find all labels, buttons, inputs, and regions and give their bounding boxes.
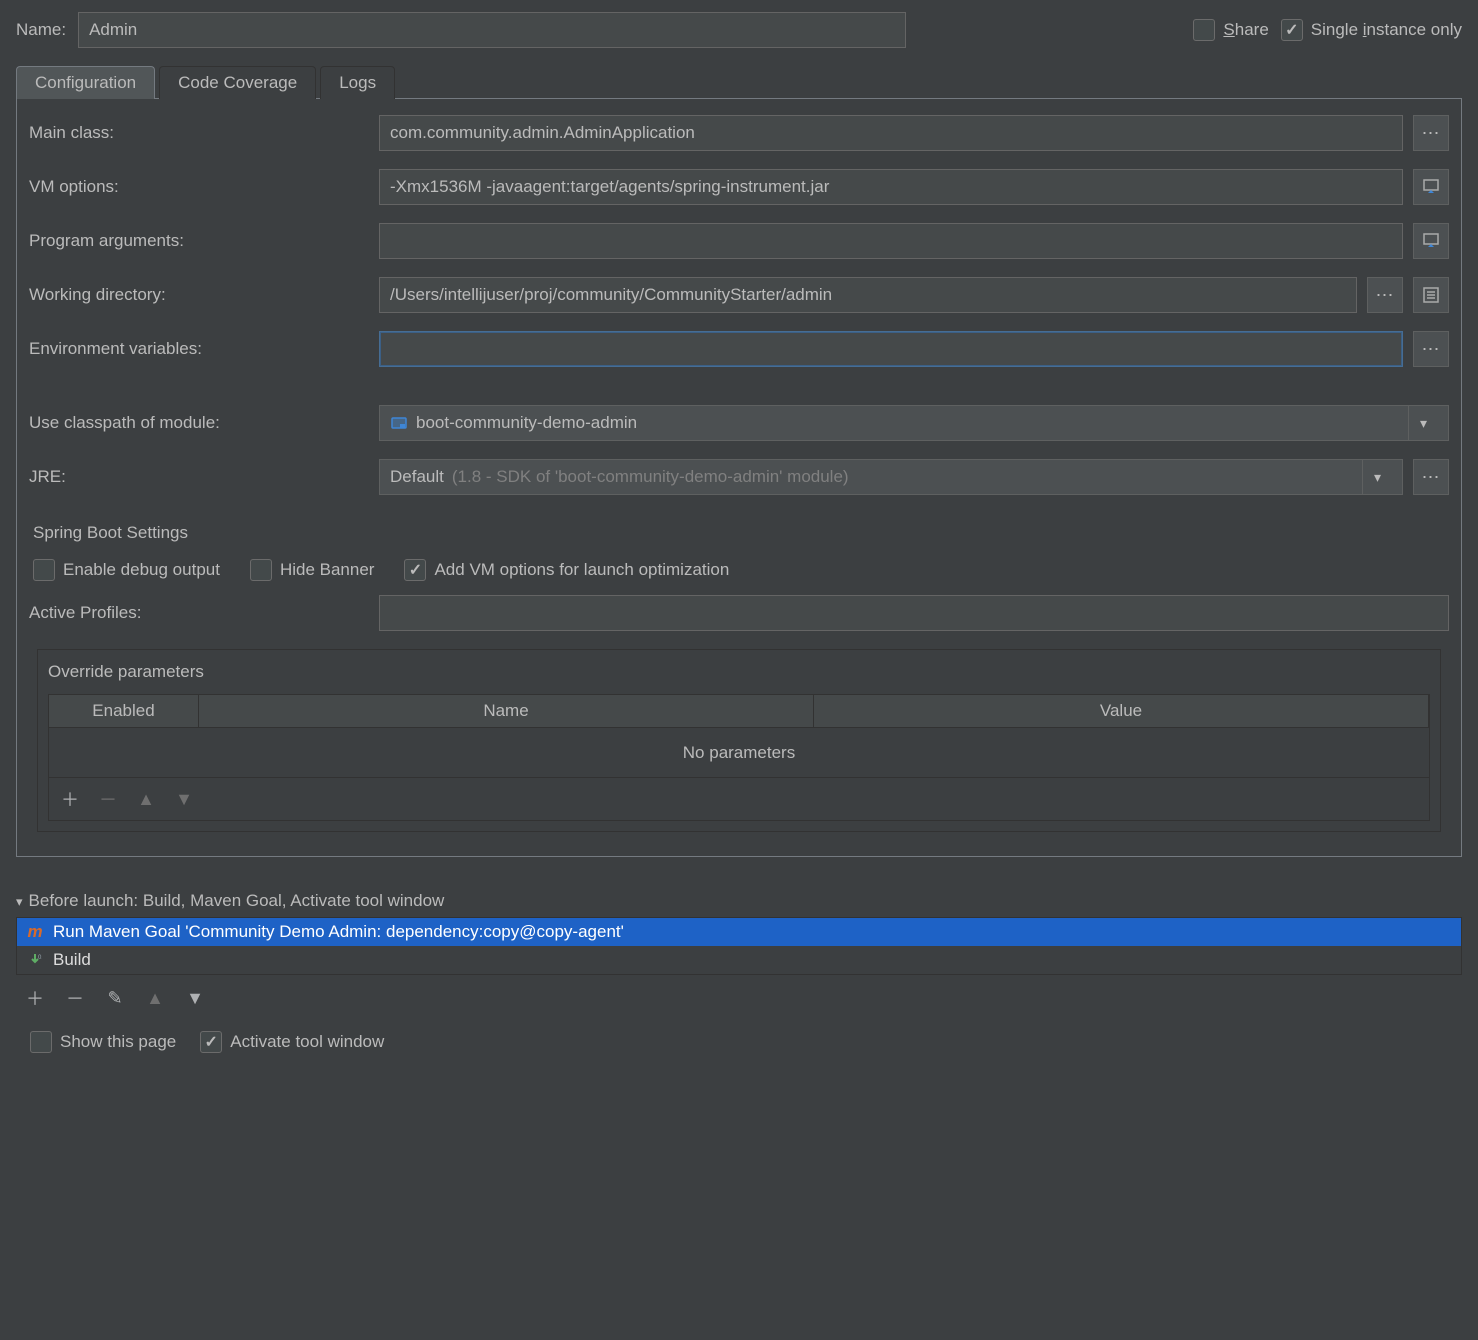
- override-table-body: No parameters: [48, 728, 1430, 778]
- browse-jre-button[interactable]: [1413, 459, 1449, 495]
- browse-working-dir-button[interactable]: [1367, 277, 1403, 313]
- before-launch-section: Before launch: Build, Maven Goal, Activa…: [16, 891, 1462, 1053]
- expand-program-args-button[interactable]: [1413, 223, 1449, 259]
- browse-main-class-button[interactable]: [1413, 115, 1449, 151]
- working-dir-label: Working directory:: [29, 285, 369, 305]
- before-launch-toolbar: ＋ － ✎ ▲ ▼: [16, 975, 1462, 1025]
- classpath-module-select[interactable]: boot-community-demo-admin: [379, 405, 1449, 441]
- jre-hint: (1.8 - SDK of 'boot-community-demo-admin…: [452, 467, 849, 487]
- jre-value: Default: [390, 467, 444, 487]
- program-args-label: Program arguments:: [29, 231, 369, 251]
- before-launch-title: Before launch: Build, Maven Goal, Activa…: [29, 891, 445, 911]
- configuration-panel: Main class: VM options: Program argument…: [16, 98, 1462, 857]
- checkbox-icon: [250, 559, 272, 581]
- hide-banner-label: Hide Banner: [280, 560, 375, 580]
- move-task-up-button: ▲: [144, 988, 166, 1009]
- single-instance-label: Single instance only: [1311, 20, 1462, 40]
- vm-options-label: VM options:: [29, 177, 369, 197]
- remove-param-button: －: [97, 786, 119, 812]
- enable-debug-label: Enable debug output: [63, 560, 220, 580]
- tab-logs[interactable]: Logs: [320, 66, 395, 99]
- activate-tool-window-checkbox[interactable]: Activate tool window: [200, 1031, 384, 1053]
- add-vm-label: Add VM options for launch optimization: [434, 560, 729, 580]
- classpath-module-value: boot-community-demo-admin: [416, 413, 637, 433]
- before-launch-header[interactable]: Before launch: Build, Maven Goal, Activa…: [16, 891, 1462, 917]
- single-instance-checkbox[interactable]: Single instance only: [1281, 19, 1462, 41]
- remove-task-button[interactable]: －: [64, 985, 86, 1011]
- classpath-label: Use classpath of module:: [29, 413, 369, 433]
- before-launch-item-maven[interactable]: m Run Maven Goal 'Community Demo Admin: …: [17, 918, 1461, 946]
- main-class-input[interactable]: [379, 115, 1403, 151]
- tab-code-coverage[interactable]: Code Coverage: [159, 66, 316, 99]
- collapse-icon: [16, 891, 23, 911]
- activate-tool-label: Activate tool window: [230, 1032, 384, 1052]
- checkbox-icon: [1193, 19, 1215, 41]
- working-dir-input[interactable]: [379, 277, 1357, 313]
- add-task-button[interactable]: ＋: [24, 985, 46, 1011]
- expand-vm-options-button[interactable]: [1413, 169, 1449, 205]
- checkbox-icon: [33, 559, 55, 581]
- share-label: Share: [1223, 20, 1268, 40]
- move-down-button: ▼: [173, 789, 195, 810]
- build-icon: 01: [25, 953, 45, 967]
- vm-options-input[interactable]: [379, 169, 1403, 205]
- add-param-button[interactable]: ＋: [59, 786, 81, 812]
- chevron-down-icon: [1362, 460, 1392, 494]
- browse-env-vars-button[interactable]: [1413, 331, 1449, 367]
- program-args-input[interactable]: [379, 223, 1403, 259]
- show-page-label: Show this page: [60, 1032, 176, 1052]
- checkbox-icon: [404, 559, 426, 581]
- main-class-label: Main class:: [29, 123, 369, 143]
- hide-banner-checkbox[interactable]: Hide Banner: [250, 559, 375, 581]
- share-checkbox[interactable]: Share: [1193, 19, 1268, 41]
- add-vm-optimization-checkbox[interactable]: Add VM options for launch optimization: [404, 559, 729, 581]
- override-title: Override parameters: [48, 662, 1430, 682]
- no-parameters-text: No parameters: [683, 743, 795, 763]
- col-value: Value: [814, 695, 1429, 727]
- active-profiles-input[interactable]: [379, 595, 1449, 631]
- spring-boot-section-title: Spring Boot Settings: [29, 523, 1449, 543]
- override-toolbar: ＋ － ▲ ▼: [48, 778, 1430, 821]
- jre-label: JRE:: [29, 467, 369, 487]
- edit-task-button[interactable]: ✎: [104, 988, 126, 1009]
- checkbox-icon: [1281, 19, 1303, 41]
- env-vars-label: Environment variables:: [29, 339, 369, 359]
- name-input[interactable]: [78, 12, 906, 48]
- move-task-down-button[interactable]: ▼: [184, 988, 206, 1009]
- col-enabled: Enabled: [49, 695, 199, 727]
- tab-configuration[interactable]: Configuration: [16, 66, 155, 99]
- override-parameters-box: Override parameters Enabled Name Value N…: [37, 649, 1441, 832]
- jre-select[interactable]: Default (1.8 - SDK of 'boot-community-de…: [379, 459, 1403, 495]
- col-name: Name: [199, 695, 814, 727]
- active-profiles-label: Active Profiles:: [29, 603, 369, 623]
- env-vars-input[interactable]: [379, 331, 1403, 367]
- maven-icon: m: [25, 922, 45, 942]
- module-icon: [390, 414, 408, 432]
- maven-goal-text: Run Maven Goal 'Community Demo Admin: de…: [53, 922, 624, 942]
- before-launch-list: m Run Maven Goal 'Community Demo Admin: …: [16, 917, 1462, 975]
- name-label: Name:: [16, 20, 66, 40]
- checkbox-icon: [30, 1031, 52, 1053]
- chevron-down-icon: [1408, 406, 1438, 440]
- override-table-header: Enabled Name Value: [48, 694, 1430, 728]
- build-text: Build: [53, 950, 91, 970]
- before-launch-item-build[interactable]: 01 Build: [17, 946, 1461, 974]
- move-up-button: ▲: [135, 789, 157, 810]
- checkbox-icon: [200, 1031, 222, 1053]
- enable-debug-checkbox[interactable]: Enable debug output: [33, 559, 220, 581]
- tabs: Configuration Code Coverage Logs: [16, 66, 1462, 99]
- working-dir-macros-button[interactable]: [1413, 277, 1449, 313]
- svg-text:01: 01: [38, 955, 42, 961]
- show-this-page-checkbox[interactable]: Show this page: [30, 1031, 176, 1053]
